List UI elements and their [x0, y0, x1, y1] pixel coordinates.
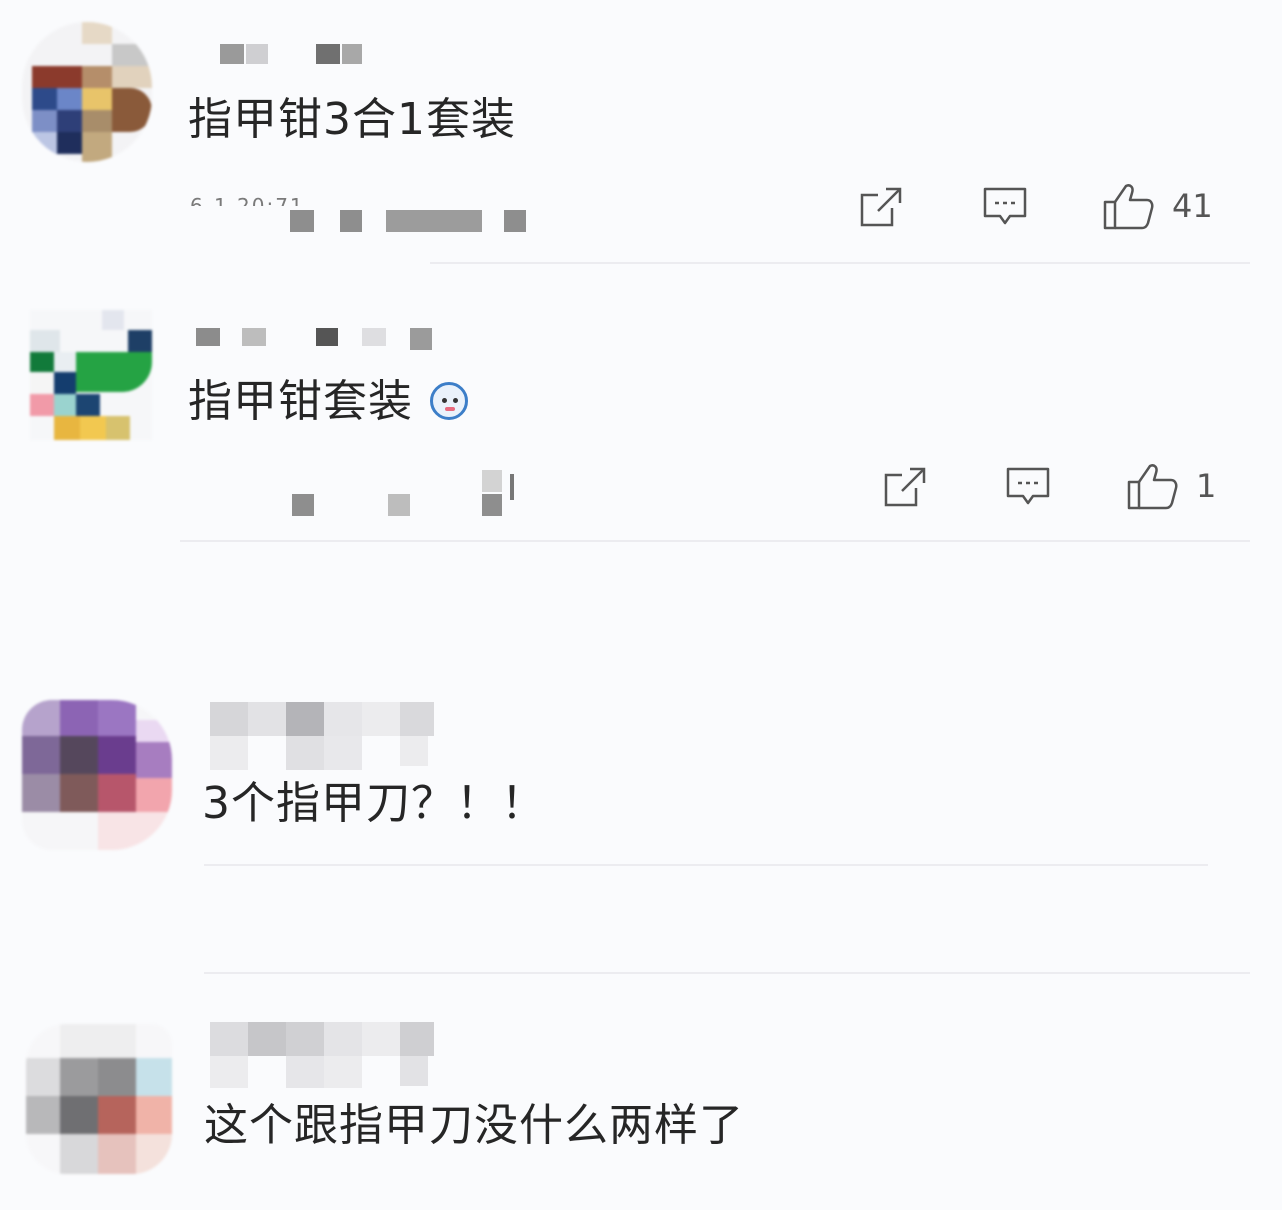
like-button[interactable]: 1	[1126, 462, 1216, 510]
comment-text: 指甲钳套装	[188, 376, 413, 427]
share-icon	[882, 466, 928, 508]
comment-time: 6-1 20:71	[190, 194, 305, 206]
comment-item-4: 这个跟指甲刀没什么两样了	[0, 1010, 1282, 1210]
share-button[interactable]	[882, 466, 928, 508]
comment-item-2: 指甲钳套装 1	[0, 290, 1282, 560]
comment-item-1: 指甲钳3合1套装 6-1 20:71 41	[0, 0, 1282, 270]
comment-item-3: 3个指甲刀？！！	[0, 690, 1282, 890]
comment-icon	[982, 186, 1028, 228]
avatar[interactable]	[26, 1024, 172, 1174]
avatar[interactable]	[22, 700, 172, 850]
divider	[430, 262, 1250, 264]
reply-button[interactable]	[1005, 466, 1051, 508]
thumbs-up-icon	[1126, 462, 1178, 510]
avatar[interactable]	[30, 310, 152, 440]
username-redacted[interactable]	[220, 44, 370, 84]
username-redacted[interactable]	[210, 702, 440, 772]
avatar[interactable]	[22, 22, 152, 162]
reply-button[interactable]	[982, 186, 1028, 228]
username-redacted[interactable]	[210, 1022, 440, 1092]
like-count: 1	[1196, 467, 1217, 505]
share-button[interactable]	[858, 186, 904, 228]
like-count: 41	[1172, 187, 1213, 225]
username-redacted[interactable]	[196, 328, 446, 368]
share-icon	[858, 186, 904, 228]
like-button[interactable]: 41	[1102, 182, 1213, 230]
divider	[204, 864, 1208, 866]
comment-text: 指甲钳3合1套装	[188, 94, 516, 145]
emoji-icon	[430, 382, 468, 420]
comment-text: 3个指甲刀？！！	[202, 778, 546, 829]
divider	[204, 972, 1250, 974]
divider	[180, 540, 1250, 542]
thumbs-up-icon	[1102, 182, 1154, 230]
comment-text: 这个跟指甲刀没什么两样了	[204, 1100, 744, 1151]
comment-icon	[1005, 466, 1051, 508]
